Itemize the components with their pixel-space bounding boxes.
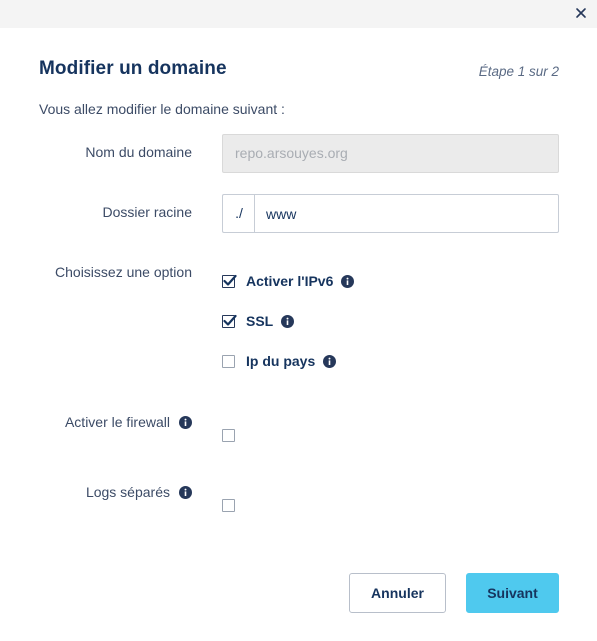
country-ip-checkbox[interactable]: [222, 354, 235, 368]
logs-label: Logs séparés: [85, 484, 170, 500]
root-folder-prefix: ./: [222, 194, 255, 233]
ipv6-label: Activer l'IPv6: [246, 273, 334, 289]
logs-checkbox[interactable]: [222, 499, 235, 512]
root-folder-input[interactable]: [254, 194, 559, 233]
ssl-label: SSL: [246, 313, 274, 329]
ipv6-checkbox[interactable]: [222, 274, 237, 288]
option-ssl[interactable]: SSL: [222, 312, 295, 330]
info-icon[interactable]: [341, 274, 355, 288]
info-icon[interactable]: [179, 415, 192, 429]
dialog-header-bar: [0, 0, 597, 28]
options-label: Choisissez une option: [55, 264, 192, 280]
option-ipv6[interactable]: Activer l'IPv6: [222, 272, 355, 290]
domain-name-label: Nom du domaine: [85, 144, 192, 160]
intro-text: Vous allez modifier le domaine suivant :: [39, 101, 285, 117]
next-button[interactable]: Suivant: [466, 573, 559, 613]
firewall-checkbox[interactable]: [222, 429, 235, 442]
info-icon[interactable]: [281, 314, 295, 328]
checkmark-icon: [223, 274, 237, 286]
country-ip-label: Ip du pays: [246, 353, 316, 369]
close-icon[interactable]: [573, 5, 589, 21]
info-icon[interactable]: [323, 354, 337, 368]
firewall-label: Activer le firewall: [64, 414, 170, 430]
info-icon[interactable]: [179, 485, 192, 499]
step-indicator: Étape 1 sur 2: [478, 64, 559, 79]
firewall-label-row: Activer le firewall: [65, 414, 192, 430]
domain-name-input: repo.arsouyes.org: [222, 134, 559, 173]
dialog-title: Modifier un domaine: [39, 58, 227, 79]
ssl-checkbox[interactable]: [222, 314, 237, 328]
option-country-ip[interactable]: Ip du pays: [222, 352, 337, 370]
cancel-button[interactable]: Annuler: [349, 573, 446, 613]
checkmark-icon: [223, 314, 237, 326]
logs-label-row: Logs séparés: [86, 484, 192, 500]
root-folder-label: Dossier racine: [102, 204, 192, 220]
